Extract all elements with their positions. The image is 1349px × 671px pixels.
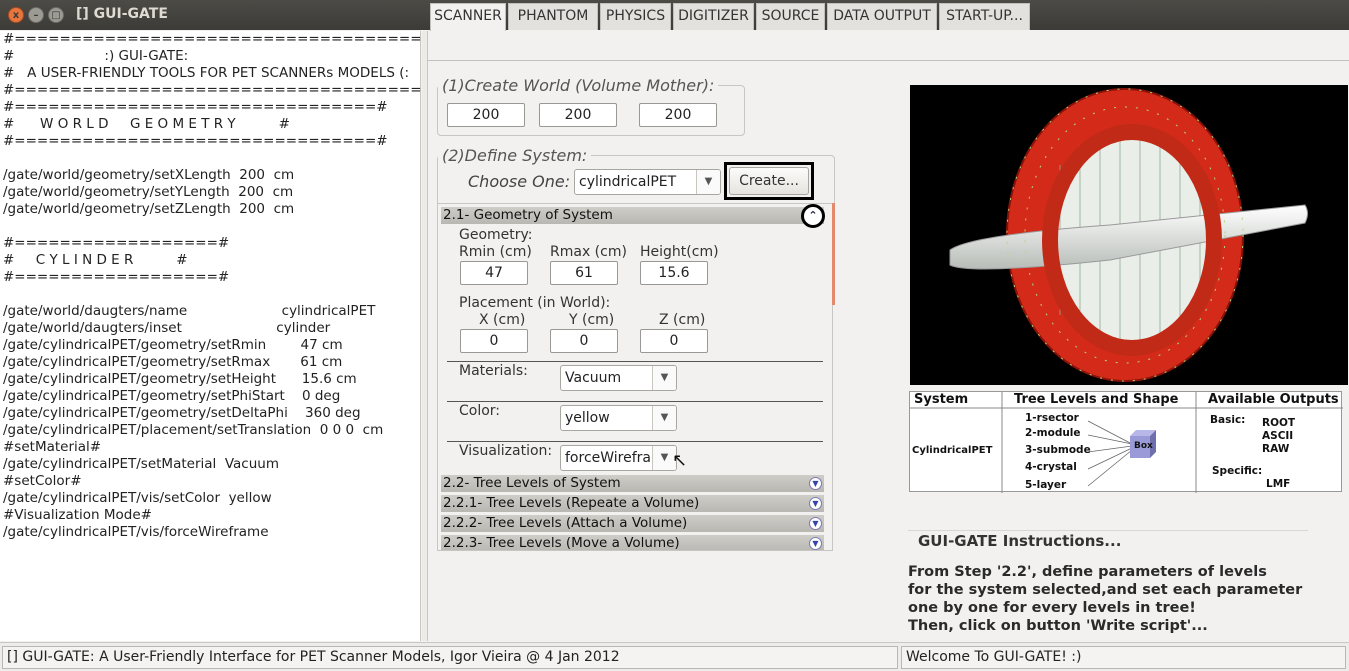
level-2: 2-module [1025,427,1081,439]
choose-label: Choose One: [468,172,571,191]
table-system-name: CylindricalPET [912,445,993,456]
pz-label: Z (cm) [659,312,706,328]
output-raw: RAW [1262,443,1290,455]
status-bar: [] GUI-GATE: A User-Friendly Interface f… [0,642,1349,671]
mouse-cursor-icon: ↖ [672,450,688,471]
instructions-title: GUI-GATE Instructions... [918,532,1122,550]
world-x-field[interactable]: 200 [447,103,525,127]
tab-scanner[interactable]: SCANNER [430,3,506,31]
world-legend: (1)Create World (Volume Mother): [442,76,715,95]
section-attach-volume[interactable]: 2.2.2- Tree Levels (Attach a Volume) ▼ [441,515,824,532]
scanner-3d-view [910,85,1348,385]
expand-icon[interactable]: ▼ [809,477,822,490]
rmin-field[interactable]: 47 [460,261,528,285]
rmin-label: Rmin (cm) [459,244,532,260]
divider [447,401,823,402]
height-label: Height(cm) [640,244,719,260]
level-5: 5-layer [1025,479,1067,491]
divider [447,441,823,442]
color-value: yellow [565,410,610,426]
visualization-select[interactable]: forceWirefra ▼ [560,445,677,471]
output-ascii: ASCII [1262,430,1294,442]
placement-x-field[interactable]: 0 [460,329,528,353]
chevron-down-icon: ▼ [696,170,720,194]
material-value: Vacuum [565,370,622,386]
tab-physics[interactable]: PHYSICS [600,3,671,30]
panel-scrollbar[interactable] [832,203,835,305]
system-select[interactable]: cylindricalPET ▼ [574,169,721,195]
level-3: 3-submode [1025,444,1091,456]
expand-icon[interactable]: ▼ [809,537,822,550]
window-title: [] GUI-GATE [76,6,168,22]
section-repeat-volume-label: 2.2.1- Tree Levels (Repeate a Volume) [443,495,700,511]
level-4: 4-crystal [1025,461,1077,473]
tab-source[interactable]: SOURCE [756,3,825,30]
placement-y-field[interactable]: 0 [550,329,618,353]
section-move-volume[interactable]: 2.2.3- Tree Levels (Move a Volume) ▼ [441,535,824,551]
system-select-value: cylindricalPET [579,174,677,190]
color-select[interactable]: yellow ▼ [560,405,677,431]
output-lmf: LMF [1266,478,1291,490]
script-pane[interactable]: #=======================================… [0,31,557,641]
table-header-tree: Tree Levels and Shape [1014,392,1179,407]
section-tree-levels-label: 2.2- Tree Levels of System [443,475,621,491]
box-label: Box [1134,441,1153,451]
tab-data-output[interactable]: DATA OUTPUT [827,3,937,30]
basic-label: Basic: [1210,414,1246,426]
section-repeat-volume[interactable]: 2.2.1- Tree Levels (Repeate a Volume) ▼ [441,495,824,512]
output-root: ROOT [1262,417,1296,429]
rmax-label: Rmax (cm) [550,244,627,260]
maximize-window-button[interactable]: □ [48,7,64,23]
section-attach-volume-label: 2.2.2- Tree Levels (Attach a Volume) [443,515,688,531]
system-legend: (2)Define System: [442,146,588,165]
chevron-down-icon: ▼ [652,406,676,430]
tab-start-up[interactable]: START-UP... [939,3,1030,30]
collapse-icon[interactable]: ⌃ [801,204,825,228]
tab-phantom[interactable]: PHANTOM [508,3,598,30]
section-move-volume-label: 2.2.3- Tree Levels (Move a Volume) [443,535,680,551]
height-field[interactable]: 15.6 [640,261,708,285]
section-tree-levels[interactable]: 2.2- Tree Levels of System ▼ [441,475,824,492]
color-label: Color: [459,403,501,419]
expand-icon[interactable]: ▼ [809,517,822,530]
expand-icon[interactable]: ▼ [809,497,822,510]
specific-label: Specific: [1212,465,1263,477]
rmax-field[interactable]: 61 [550,261,618,285]
tree-levels-table: System Tree Levels and Shape Available O… [909,391,1343,493]
status-credits: [] GUI-GATE: A User-Friendly Interface f… [2,646,898,669]
system-config-panel: 2.1- Geometry of System Geometry: Rmin (… [437,203,833,551]
visualization-label: Visualization: [459,443,553,459]
table-header-outputs: Available Outputs [1208,392,1339,407]
instructions-text: From Step '2.2', define parameters of le… [908,564,1303,634]
create-button[interactable]: Create... [729,167,809,195]
tab-divider [427,60,1349,61]
level-1: 1-rsector [1025,412,1079,424]
close-window-button[interactable]: x [8,7,24,23]
px-label: X (cm) [479,312,526,328]
geometry-label: Geometry: [459,227,533,243]
section-geometry-label: 2.1- Geometry of System [443,207,613,223]
section-geometry-header[interactable]: 2.1- Geometry of System [441,207,824,224]
chevron-down-icon: ▼ [652,366,676,390]
world-y-field[interactable]: 200 [539,103,617,127]
materials-label: Materials: [459,363,528,379]
placement-label: Placement (in World): [459,295,611,311]
visualization-value: forceWirefra [565,450,652,466]
status-welcome: Welcome To GUI-GATE! :) [901,646,1346,669]
cylindrical-pet-render [949,88,1308,382]
placement-z-field[interactable]: 0 [640,329,708,353]
divider [447,361,823,362]
table-header-system: System [914,392,969,407]
world-z-field[interactable]: 200 [639,103,717,127]
minimize-window-button[interactable]: – [28,7,44,23]
instructions-divider [908,530,1308,531]
tab-digitizer[interactable]: DIGITIZER [673,3,754,30]
py-label: Y (cm) [569,312,615,328]
material-select[interactable]: Vacuum ▼ [560,365,677,391]
